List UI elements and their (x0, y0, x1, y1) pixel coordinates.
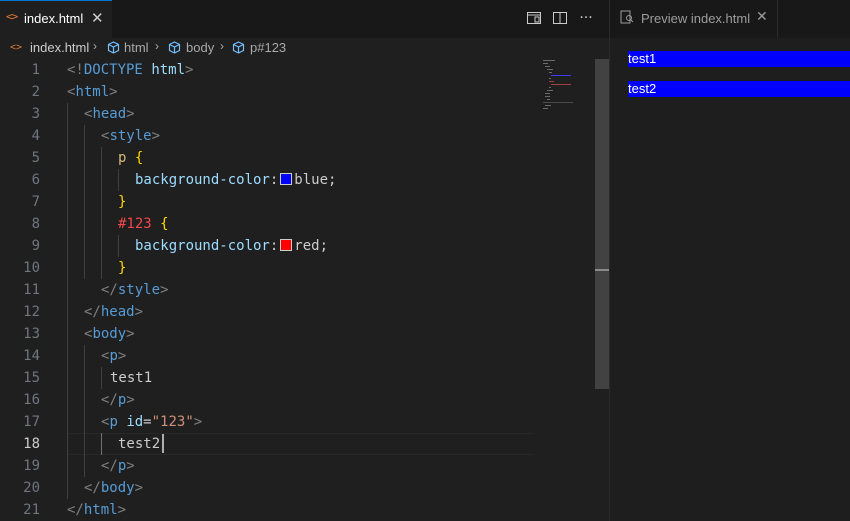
chevron-right-icon: › (93, 39, 97, 53)
element-icon (168, 41, 181, 57)
code-line-10: } (118, 260, 127, 276)
code-line-16: </p> (101, 392, 135, 408)
code-line-13: <body> (84, 326, 135, 342)
breadcrumb-item-body[interactable]: body (186, 40, 214, 55)
line-number: 15 (23, 370, 40, 386)
code-line-15: test1 (110, 370, 153, 386)
code-editor-group: <> index.html ✕ ··· <> index.html › html… (0, 0, 609, 521)
minimap[interactable] (541, 59, 595, 109)
element-icon (232, 41, 245, 57)
tab-preview-index-html[interactable]: Preview index.html ✕ (610, 0, 778, 38)
line-number: 19 (23, 458, 40, 474)
line-number: 21 (23, 502, 40, 518)
breadcrumb: <> index.html › html › body › p#123 (0, 38, 609, 59)
line-number: 20 (23, 480, 40, 496)
code-line-19: </p> (101, 458, 135, 474)
close-icon[interactable]: ✕ (91, 9, 104, 27)
tab-index-html[interactable]: <> index.html ✕ (0, 0, 112, 38)
line-number: 4 (31, 128, 40, 144)
code-area[interactable]: 1 2 3 4 5 6 7 8 9 10 11 12 13 14 15 16 1… (0, 59, 609, 521)
breadcrumb-item-file[interactable]: index.html (30, 40, 89, 55)
line-number: 11 (23, 282, 40, 298)
html-file-icon: <> (6, 10, 18, 23)
editor-tab-bar: <> index.html ✕ ··· (0, 0, 609, 38)
element-icon (107, 41, 120, 57)
indent-guide (84, 125, 85, 279)
text-cursor (162, 434, 164, 453)
code-line-17: <p id="123"> (101, 414, 203, 430)
preview-content: test1 test2 (610, 38, 850, 521)
code-line-2: <html> (67, 84, 118, 100)
close-icon[interactable]: ✕ (756, 9, 768, 25)
line-number: 8 (31, 216, 40, 232)
line-number: 16 (23, 392, 40, 408)
code-line-5: p { (118, 150, 144, 166)
code-line-21: </html> (67, 502, 127, 518)
code-line-1: <!DOCTYPE html> (67, 62, 194, 78)
code-line-14: <p> (101, 348, 127, 364)
indent-guide-active (101, 433, 102, 455)
line-number: 3 (31, 106, 40, 122)
html-file-icon: <> (10, 42, 23, 53)
color-swatch-blue[interactable] (280, 173, 293, 185)
tab-label: index.html (24, 11, 84, 26)
indent-guide (118, 235, 119, 257)
code-line-20: </body> (84, 480, 144, 496)
line-number: 6 (31, 172, 40, 188)
breadcrumb-item-html[interactable]: html (124, 40, 149, 55)
scrollbar-thumb[interactable] (595, 59, 609, 389)
line-number: 17 (23, 414, 40, 430)
code-line-6: background-color: blue; (135, 172, 337, 188)
indent-guide (67, 103, 68, 499)
code-line-18: test2 (118, 436, 161, 452)
chevron-right-icon: › (155, 39, 159, 53)
line-number: 12 (23, 304, 40, 320)
color-swatch-red[interactable] (280, 239, 293, 251)
line-number: 5 (31, 150, 40, 166)
split-editor-icon[interactable] (552, 10, 568, 26)
code-line-4: <style> (101, 128, 161, 144)
more-actions-icon[interactable]: ··· (578, 10, 594, 26)
preview-paragraph-1: test1 (628, 51, 850, 67)
preview-paragraph-2: test2 (628, 81, 850, 97)
indent-guide (84, 345, 85, 477)
breadcrumb-item-p123[interactable]: p#123 (250, 40, 286, 55)
line-number: 2 (31, 84, 40, 100)
indent-guide (118, 169, 119, 191)
code-line-8: #123 { (118, 216, 169, 232)
open-preview-icon[interactable] (526, 10, 542, 26)
code-line-12: </head> (84, 304, 144, 320)
code-line-11: </style> (101, 282, 169, 298)
line-number: 9 (31, 238, 40, 254)
preview-tab-bar: Preview index.html ✕ (610, 0, 850, 38)
scrollbar-cursor-marker (595, 269, 609, 271)
line-number: 13 (23, 326, 40, 342)
code-line-7: } (118, 194, 127, 210)
line-number-active: 18 (23, 436, 40, 452)
indent-guide (101, 367, 102, 389)
code-line-3: <head> (84, 106, 135, 122)
line-number: 7 (31, 194, 40, 210)
line-number: 14 (23, 348, 40, 364)
preview-icon (620, 10, 634, 28)
code-line-9: background-color: red; (135, 238, 329, 254)
chevron-right-icon: › (220, 39, 224, 53)
indent-guide (101, 147, 102, 279)
line-number: 10 (23, 260, 40, 276)
line-number: 1 (31, 62, 40, 78)
tab-label: Preview index.html (641, 11, 751, 26)
preview-editor-group: Preview index.html ✕ test1 test2 (610, 0, 850, 521)
